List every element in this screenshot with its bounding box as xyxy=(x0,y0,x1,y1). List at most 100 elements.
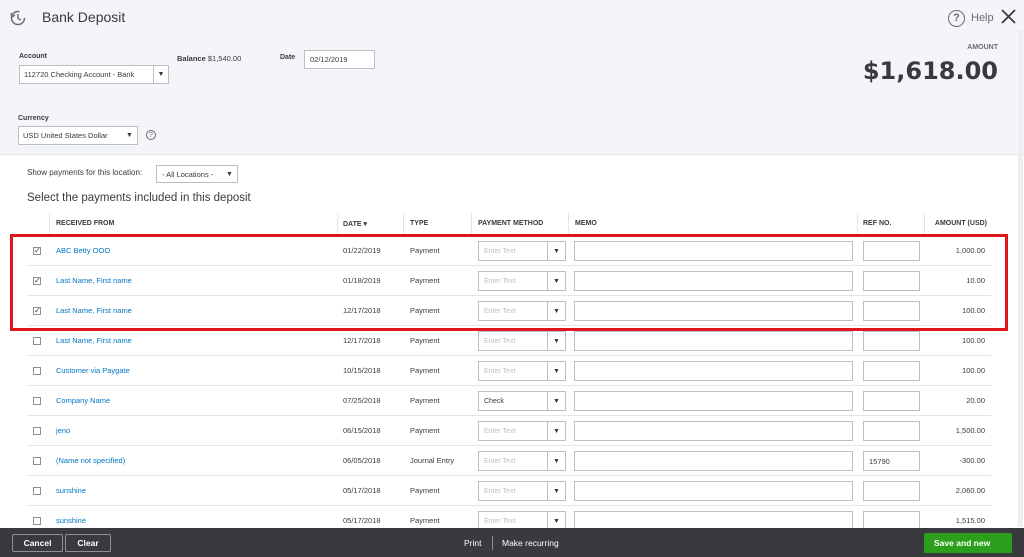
table-row: ✓ ABC Betty OOO 01/22/2019 Payment Enter Tex… xyxy=(27,236,991,266)
col-amount[interactable]: AMOUNT (USD) xyxy=(935,220,987,227)
col-type[interactable]: TYPE xyxy=(410,220,428,227)
memo-input[interactable] xyxy=(574,391,853,411)
currency-select[interactable]: USD United States Dollar ▼ xyxy=(18,126,138,145)
chevron-down-icon[interactable]: ▼ xyxy=(153,66,168,83)
payment-method-value: Enter Text xyxy=(484,277,516,285)
chevron-down-icon[interactable]: ▼ xyxy=(547,272,565,290)
table-row: ✓ Last Name, First name 01/18/2019 Payment E… xyxy=(27,266,991,296)
ref-no-input[interactable] xyxy=(863,271,920,291)
memo-input[interactable] xyxy=(574,451,853,471)
chevron-down-icon[interactable]: ▼ xyxy=(547,362,565,380)
cancel-button[interactable]: Cancel xyxy=(12,534,63,552)
amount-cell: 1,515.00 xyxy=(955,516,985,525)
ref-no-input[interactable]: 15790 xyxy=(863,451,920,471)
chevron-down-icon[interactable]: ▼ xyxy=(547,422,565,440)
ref-no-input[interactable] xyxy=(863,481,920,501)
chevron-down-icon[interactable]: ▼ xyxy=(547,482,565,500)
ref-no-input[interactable] xyxy=(863,391,920,411)
save-and-new-label: Save and new xyxy=(934,538,991,548)
received-from-link[interactable]: Last Name, First name xyxy=(56,336,132,345)
chevron-down-icon[interactable]: ▼ xyxy=(547,302,565,320)
memo-input[interactable] xyxy=(574,271,853,291)
chevron-down-icon[interactable]: ▼ xyxy=(547,332,565,350)
received-from-link[interactable]: Last Name, First name xyxy=(56,306,132,315)
ref-no-input[interactable] xyxy=(863,421,920,441)
date-input[interactable]: 02/12/2019 xyxy=(304,50,375,69)
close-icon[interactable] xyxy=(1000,8,1017,25)
received-from-link[interactable]: Customer via Paygate xyxy=(56,366,130,375)
memo-input[interactable] xyxy=(574,331,853,351)
currency-value: USD United States Dollar xyxy=(23,131,108,140)
date-cell: 12/17/2018 xyxy=(343,336,381,345)
payment-method-select[interactable]: Enter Text ▼ xyxy=(478,241,566,261)
type-cell: Journal Entry xyxy=(410,456,455,465)
amount-cell: 1,000.00 xyxy=(955,246,985,255)
row-checkbox[interactable] xyxy=(33,517,41,525)
type-cell: Payment xyxy=(410,276,440,285)
col-ref-no[interactable]: REF NO. xyxy=(863,220,891,227)
payment-method-select[interactable]: Enter Text ▼ xyxy=(478,361,566,381)
location-select[interactable]: - All Locations - ▼ xyxy=(156,165,238,183)
received-from-link[interactable]: sunshine xyxy=(56,486,86,495)
chevron-down-icon[interactable]: ▼ xyxy=(547,242,565,260)
row-checkbox[interactable] xyxy=(33,397,41,405)
memo-input[interactable] xyxy=(574,421,853,441)
row-checkbox[interactable] xyxy=(33,457,41,465)
col-received-from[interactable]: RECEIVED FROM xyxy=(56,220,114,227)
scrollbar[interactable] xyxy=(1018,30,1023,527)
chevron-down-icon[interactable]: ▼ xyxy=(547,392,565,410)
clear-button[interactable]: Clear xyxy=(65,534,111,552)
help-button[interactable]: ? Help xyxy=(948,9,994,27)
ref-no-input[interactable] xyxy=(863,361,920,381)
memo-input[interactable] xyxy=(574,361,853,381)
received-from-link[interactable]: (Name not specified) xyxy=(56,456,125,465)
page-title: Bank Deposit xyxy=(42,9,126,25)
save-and-new-button[interactable]: Save and new ▼ xyxy=(924,533,1012,553)
row-checkbox[interactable] xyxy=(33,427,41,435)
payment-method-select[interactable]: Check ▼ xyxy=(478,391,566,411)
payment-method-select[interactable]: Enter Text ▼ xyxy=(478,421,566,441)
row-checkbox[interactable] xyxy=(33,487,41,495)
payment-method-select[interactable]: Enter Text ▼ xyxy=(478,331,566,351)
memo-input[interactable] xyxy=(574,301,853,321)
make-recurring-button[interactable]: Make recurring xyxy=(502,538,559,548)
chevron-down-icon[interactable]: ▼ xyxy=(547,452,565,470)
date-cell: 01/18/2019 xyxy=(343,276,381,285)
chevron-down-icon[interactable]: ▼ xyxy=(222,166,237,182)
memo-input[interactable] xyxy=(574,241,853,261)
print-button[interactable]: Print xyxy=(464,538,481,548)
account-select[interactable]: 112720 Checking Account - Bank ▼ xyxy=(19,65,169,84)
col-payment-method[interactable]: PAYMENT METHOD xyxy=(478,220,543,227)
payment-method-select[interactable]: Enter Text ▼ xyxy=(478,301,566,321)
col-date[interactable]: DATE ▾ xyxy=(343,220,367,228)
received-from-link[interactable]: Company Name xyxy=(56,396,110,405)
amount-cell: 20.00 xyxy=(966,396,985,405)
payment-method-select[interactable]: Enter Text ▼ xyxy=(478,271,566,291)
info-question-icon[interactable]: ? xyxy=(146,130,156,140)
row-checkbox[interactable] xyxy=(33,337,41,345)
ref-no-input[interactable] xyxy=(863,331,920,351)
received-from-link[interactable]: sunshine xyxy=(56,516,86,525)
chevron-down-icon[interactable]: ▼ xyxy=(122,127,137,144)
table-row: (Name not specified) 06/05/2018 Journal En… xyxy=(27,446,991,476)
col-memo[interactable]: MEMO xyxy=(575,220,597,227)
payment-method-select[interactable]: Enter Text ▼ xyxy=(478,481,566,501)
row-checkbox[interactable]: ✓ xyxy=(33,277,41,285)
received-from-link[interactable]: ABC Betty OOO xyxy=(56,246,110,255)
table-row: Customer via Paygate 10/15/2018 Payment Ent… xyxy=(27,356,991,386)
payment-method-select[interactable]: Enter Text ▼ xyxy=(478,451,566,471)
memo-input[interactable] xyxy=(574,481,853,501)
column-divider xyxy=(49,213,50,235)
amount-cell: 10.00 xyxy=(966,276,985,285)
ref-no-input[interactable] xyxy=(863,301,920,321)
row-checkbox[interactable]: ✓ xyxy=(33,247,41,255)
footer-bar: Cancel Clear Print Make recurring Save a… xyxy=(0,528,1024,557)
ref-no-input[interactable] xyxy=(863,241,920,261)
date-cell: 05/17/2018 xyxy=(343,486,381,495)
row-checkbox[interactable]: ✓ xyxy=(33,307,41,315)
received-from-link[interactable]: jeno xyxy=(56,426,70,435)
history-clock-icon[interactable] xyxy=(9,9,27,27)
type-cell: Payment xyxy=(410,336,440,345)
received-from-link[interactable]: Last Name, First name xyxy=(56,276,132,285)
row-checkbox[interactable] xyxy=(33,367,41,375)
